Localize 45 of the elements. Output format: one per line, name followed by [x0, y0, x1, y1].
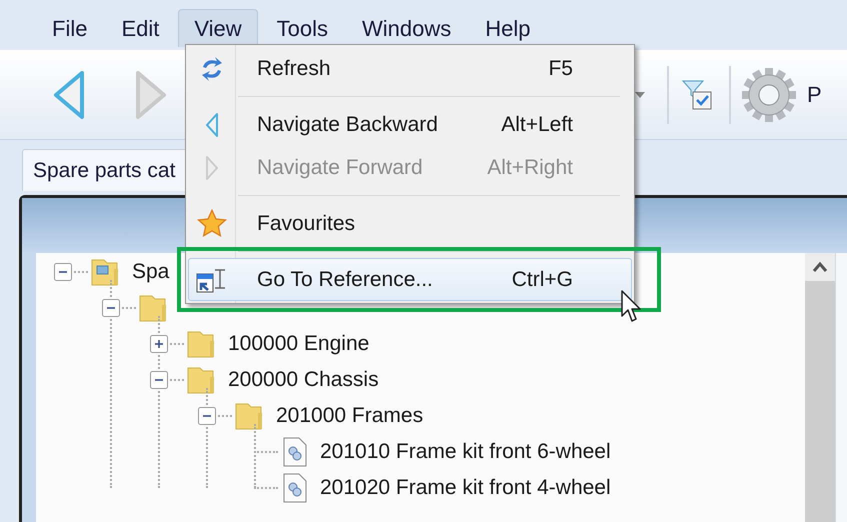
caret-icon[interactable] [635, 92, 645, 98]
collapse-toggle[interactable] [54, 263, 72, 281]
tree-item-label[interactable]: 200000 Chassis [228, 364, 379, 396]
folder-icon [186, 329, 216, 359]
menu-option-label: Navigate Forward [257, 154, 423, 181]
collapse-toggle[interactable] [102, 299, 120, 317]
back-arrow-icon [204, 112, 218, 138]
menu-option-label: Go To Reference... [257, 266, 433, 293]
scroll-up-icon[interactable] [812, 261, 828, 273]
scrollbar[interactable] [805, 253, 835, 522]
menu-item[interactable]: View [178, 9, 258, 47]
menu-item[interactable]: Tools [262, 9, 344, 47]
menu-option[interactable]: Navigate Backward Alt+Left [188, 103, 632, 146]
tree-item-label[interactable]: 100000 Engine [228, 328, 370, 360]
refresh-icon [200, 54, 224, 82]
folder-icon [186, 365, 216, 395]
menu-item[interactable]: Edit [106, 9, 174, 47]
expand-toggle[interactable] [150, 335, 168, 353]
tree-item-label[interactable]: Spa [132, 256, 170, 288]
shortcut-label: Ctrl+G [512, 266, 573, 293]
menu-item[interactable]: Help [470, 9, 546, 47]
part-document-icon [282, 437, 308, 467]
menu-option-label: Favourites [257, 210, 356, 237]
menu-option[interactable]: Go To Reference... Ctrl+G [188, 258, 632, 301]
folder-icon [234, 401, 264, 431]
collapse-toggle[interactable] [150, 371, 168, 389]
menu-option-label: Refresh [257, 56, 331, 82]
collapse-toggle[interactable] [198, 407, 216, 425]
tree-item-label[interactable]: 201010 Frame kit front 6-wheel [320, 436, 611, 468]
mouse-cursor-icon [621, 290, 643, 324]
menu-option-label: Navigate Backward [257, 112, 438, 138]
shortcut-label: F5 [548, 56, 573, 82]
tree-item-label[interactable]: 201020 Frame kit front 4-wheel [320, 472, 611, 504]
star-icon [196, 208, 226, 238]
catalog-folder-icon [90, 257, 120, 287]
menu-item[interactable]: File [37, 9, 102, 47]
tree-item-label[interactable]: 201000 Frames [276, 400, 424, 432]
toolbar-label: P [807, 81, 822, 109]
shortcut-label: Alt+Left [501, 112, 573, 138]
shortcut-label: Alt+Right [487, 154, 573, 181]
part-document-icon [282, 473, 308, 503]
menu-option[interactable]: Refresh F5 [188, 47, 632, 90]
menu-item[interactable]: Windows [347, 9, 466, 47]
forward-arrow-icon [204, 154, 218, 180]
folder-icon [138, 293, 168, 323]
